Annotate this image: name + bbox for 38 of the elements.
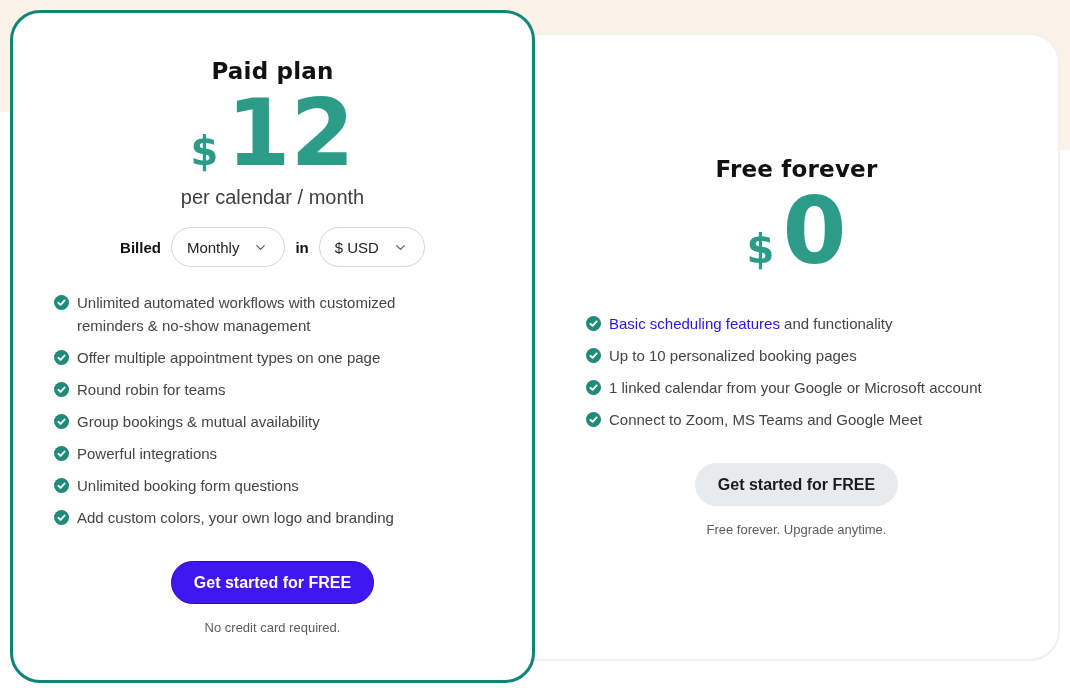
connector-label: in xyxy=(295,238,309,256)
currency-symbol: $ xyxy=(190,131,219,171)
check-circle-icon xyxy=(54,382,69,397)
feature-link[interactable]: Basic scheduling features xyxy=(609,315,780,332)
check-circle-icon xyxy=(54,350,69,365)
feature-text: Unlimited automated workflows with customized reminders & no-show management xyxy=(77,293,397,336)
get-started-button[interactable]: Get started for FREE xyxy=(694,463,899,506)
plan-note: No credit card required. xyxy=(204,620,341,635)
get-started-button[interactable]: Get started for FREE xyxy=(170,561,375,604)
billing-frequency-dropdown[interactable]: Monthly xyxy=(170,227,286,267)
feature-text: Up to 10 personalized booking pages xyxy=(609,346,857,366)
check-circle-icon xyxy=(54,478,69,493)
feature-text: Basic scheduling features and functionality xyxy=(609,314,893,334)
check-circle-icon xyxy=(586,316,601,331)
feature-text: Group bookings & mutual availability xyxy=(77,412,320,432)
check-circle-icon xyxy=(586,412,601,427)
feature-text: Round robin for teams xyxy=(77,380,226,400)
feature-text: Connect to Zoom, MS Teams and Google Meet xyxy=(609,410,923,430)
check-circle-icon xyxy=(54,510,69,525)
check-circle-icon xyxy=(54,414,69,429)
check-circle-icon xyxy=(586,380,601,395)
check-circle-icon xyxy=(586,348,601,363)
price-amount: 12 xyxy=(226,88,355,180)
feature-text: Unlimited booking form questions xyxy=(77,476,299,496)
plan-title: Free forever xyxy=(715,156,878,182)
price-period: per calendar / month xyxy=(180,186,365,209)
currency-symbol: $ xyxy=(746,229,775,269)
check-circle-icon xyxy=(54,295,69,310)
feature-text: Powerful integrations xyxy=(77,444,218,464)
feature-text: 1 linked calendar from your Google or Microsoft account xyxy=(609,378,982,398)
billing-label: Billed xyxy=(120,238,161,256)
feature-text: Offer multiple appointment types on one page xyxy=(77,348,381,368)
check-circle-icon xyxy=(54,446,69,461)
currency-dropdown[interactable]: $ USD xyxy=(318,227,425,267)
plan-note: Free forever. Upgrade anytime. xyxy=(706,522,887,537)
plan-title: Paid plan xyxy=(211,58,334,84)
feature-text: Add custom colors, your own logo and branding xyxy=(77,508,394,528)
price-amount: 0 xyxy=(782,186,847,278)
